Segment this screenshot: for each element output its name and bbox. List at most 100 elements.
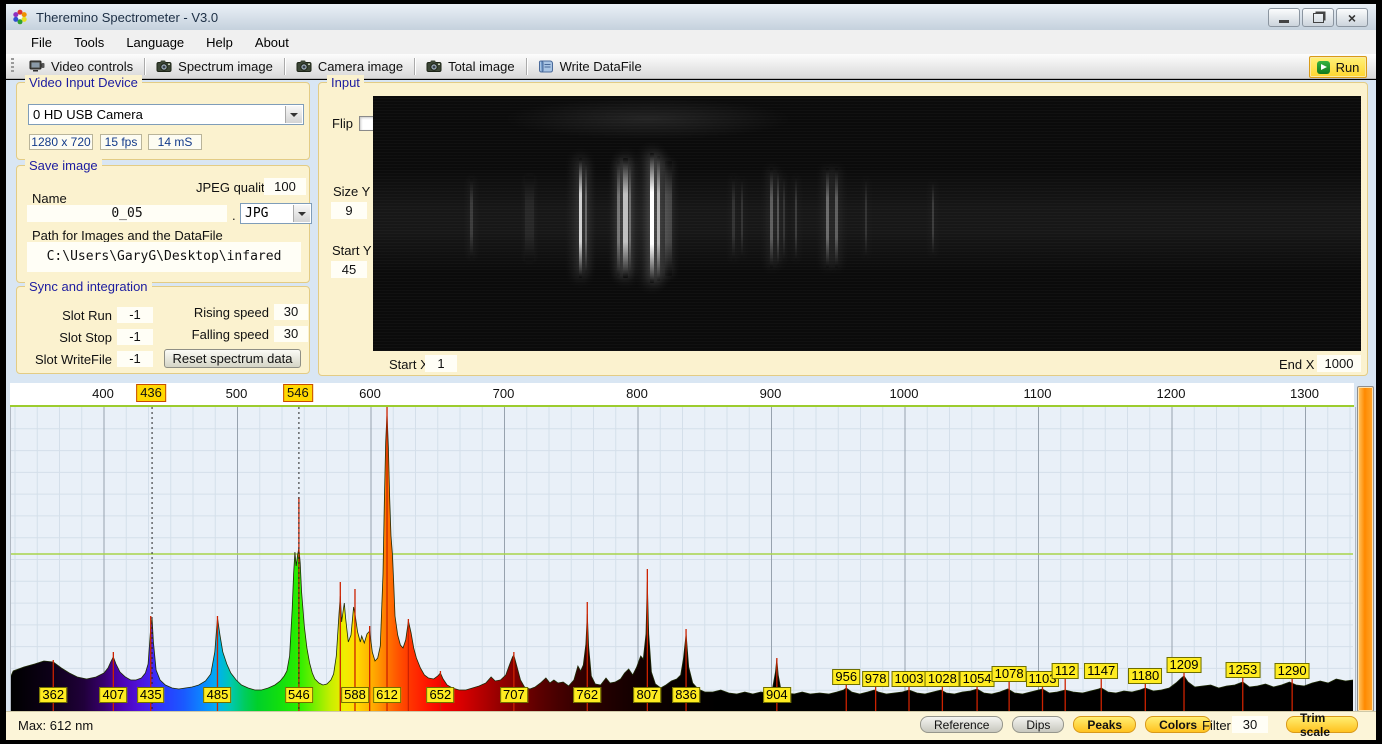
chevron-down-icon[interactable] xyxy=(285,106,302,123)
start-y-field[interactable]: 45 xyxy=(331,261,367,278)
peak-label-588[interactable]: 588 xyxy=(341,687,369,703)
falling-speed-field[interactable]: 30 xyxy=(274,326,308,342)
peak-label-904[interactable]: 904 xyxy=(763,687,791,703)
peak-label-612[interactable]: 612 xyxy=(373,687,401,703)
spectral-line xyxy=(665,161,672,276)
jpeg-quality-field[interactable]: 100 xyxy=(264,178,306,195)
menu-item-tools[interactable]: Tools xyxy=(63,32,115,53)
save-image-title: Save image xyxy=(25,158,102,173)
minimize-button[interactable] xyxy=(1268,8,1300,27)
run-button[interactable]: Run xyxy=(1309,56,1367,78)
start-x-field[interactable]: 1 xyxy=(425,355,457,372)
slot-run-label: Slot Run xyxy=(22,308,112,323)
slot-stop-field[interactable]: -1 xyxy=(117,329,153,345)
peak-label-707[interactable]: 707 xyxy=(500,687,528,703)
end-x-label: End X xyxy=(1279,357,1314,372)
x-axis-tick: 1000 xyxy=(890,386,919,401)
menu-item-file[interactable]: File xyxy=(20,32,63,53)
peak-label-652[interactable]: 652 xyxy=(427,687,455,703)
peak-label-1209[interactable]: 1209 xyxy=(1167,657,1202,673)
peak-label-1078[interactable]: 1078 xyxy=(992,666,1027,682)
exposure-button[interactable]: 14 mS xyxy=(148,134,202,150)
spectral-line xyxy=(835,168,838,268)
peak-label-407[interactable]: 407 xyxy=(99,687,127,703)
save-image-group: Save image JPEG quality 100 Name 0_05 . … xyxy=(16,165,310,283)
spectrum-plot-svg xyxy=(11,407,1353,712)
video-device-value: 0 HD USB Camera xyxy=(33,107,143,122)
camera-glow xyxy=(503,98,793,140)
slot-stop-label: Slot Stop xyxy=(22,330,112,345)
slot-run-field[interactable]: -1 xyxy=(117,307,153,323)
path-field[interactable]: C:\Users\GaryG\Desktop\infared xyxy=(27,242,301,272)
peak-label-1147[interactable]: 1147 xyxy=(1084,663,1118,679)
highlighted-tick-436[interactable]: 436 xyxy=(136,384,166,402)
minimize-icon xyxy=(1279,20,1289,23)
spectral-line xyxy=(932,181,934,256)
toolbar-grip[interactable] xyxy=(11,58,14,74)
filter-field[interactable]: 30 xyxy=(1232,716,1268,733)
size-y-field[interactable]: 9 xyxy=(331,202,367,219)
restore-button[interactable] xyxy=(1302,8,1334,27)
peak-label-1028[interactable]: 1028 xyxy=(925,671,960,687)
peak-label-1180[interactable]: 1180 xyxy=(1128,668,1162,684)
peak-label-1290[interactable]: 1290 xyxy=(1275,663,1310,679)
restore-icon xyxy=(1313,13,1324,23)
peak-label-546[interactable]: 546 xyxy=(285,687,313,703)
peak-label-762[interactable]: 762 xyxy=(573,687,601,703)
menu-item-language[interactable]: Language xyxy=(115,32,195,53)
name-field[interactable]: 0_05 xyxy=(27,205,227,222)
toolbar-separator xyxy=(526,58,527,75)
reference-button[interactable]: Reference xyxy=(920,716,1003,733)
toolbar-button-video-controls[interactable]: Video controls xyxy=(20,57,142,76)
highlighted-tick-546[interactable]: 546 xyxy=(283,384,313,402)
peak-label-362[interactable]: 362 xyxy=(39,687,67,703)
x-axis-tick: 600 xyxy=(359,386,381,401)
peaks-button[interactable]: Peaks xyxy=(1073,716,1136,733)
peak-label-112[interactable]: 112 xyxy=(1052,663,1079,679)
peak-label-978[interactable]: 978 xyxy=(862,671,890,687)
peak-label-1003[interactable]: 1003 xyxy=(892,671,927,687)
peak-label-956[interactable]: 956 xyxy=(832,669,860,685)
format-value: JPG xyxy=(245,206,268,221)
peak-label-435[interactable]: 435 xyxy=(137,687,165,703)
toolbar-button-label: Spectrum image xyxy=(178,59,273,74)
reset-spectrum-button[interactable]: Reset spectrum data xyxy=(164,349,301,368)
format-select[interactable]: JPG xyxy=(240,203,312,224)
titlebar: Theremino Spectrometer - V3.0 × xyxy=(6,4,1376,30)
x-axis-tick: 700 xyxy=(493,386,515,401)
camera-preview-image[interactable] xyxy=(373,96,1361,351)
close-button[interactable]: × xyxy=(1336,8,1368,27)
trim-scale-button[interactable]: Trim scale xyxy=(1286,716,1358,733)
menu-item-help[interactable]: Help xyxy=(195,32,244,53)
run-label: Run xyxy=(1336,60,1360,75)
rising-speed-field[interactable]: 30 xyxy=(274,304,308,320)
dips-button[interactable]: Dips xyxy=(1012,716,1064,733)
end-x-field[interactable]: 1000 xyxy=(1317,355,1361,372)
x-axis-tick: 800 xyxy=(626,386,648,401)
peak-label-1054[interactable]: 1054 xyxy=(960,671,995,687)
slot-writefile-field[interactable]: -1 xyxy=(117,351,153,367)
peak-label-485[interactable]: 485 xyxy=(204,687,232,703)
spectral-line xyxy=(579,158,582,278)
x-axis-tick: 900 xyxy=(760,386,782,401)
peak-label-836[interactable]: 836 xyxy=(672,687,700,703)
x-axis-tick: 1100 xyxy=(1024,386,1052,401)
falling-speed-label: Falling speed xyxy=(187,327,269,342)
toolbar-separator xyxy=(144,58,145,75)
flip-checkbox[interactable] xyxy=(359,116,374,131)
fps-button[interactable]: 15 fps xyxy=(100,134,142,150)
spectrum-chart[interactable]: 362 407 435 485 546 588612 652 707 762 807 836 904 9… xyxy=(10,407,1356,712)
toolbar-button-write-datafile[interactable]: Write DataFile xyxy=(529,57,651,76)
vertical-zoom-scrollbar[interactable] xyxy=(1357,386,1374,712)
video-device-select[interactable]: 0 HD USB Camera xyxy=(28,104,304,125)
peak-label-807[interactable]: 807 xyxy=(633,687,661,703)
sync-group: Sync and integration Slot Run -1 Slot St… xyxy=(16,286,310,374)
toolbar-button-camera-image[interactable]: Camera image xyxy=(287,57,412,76)
flip-label: Flip xyxy=(332,116,353,131)
peak-label-1253[interactable]: 1253 xyxy=(1225,662,1260,678)
chevron-down-icon[interactable] xyxy=(293,205,310,222)
resolution-button[interactable]: 1280 x 720 xyxy=(29,134,93,150)
toolbar-button-spectrum-image[interactable]: Spectrum image xyxy=(147,57,282,76)
toolbar-button-total-image[interactable]: Total image xyxy=(417,57,523,76)
menu-item-about[interactable]: About xyxy=(244,32,300,53)
